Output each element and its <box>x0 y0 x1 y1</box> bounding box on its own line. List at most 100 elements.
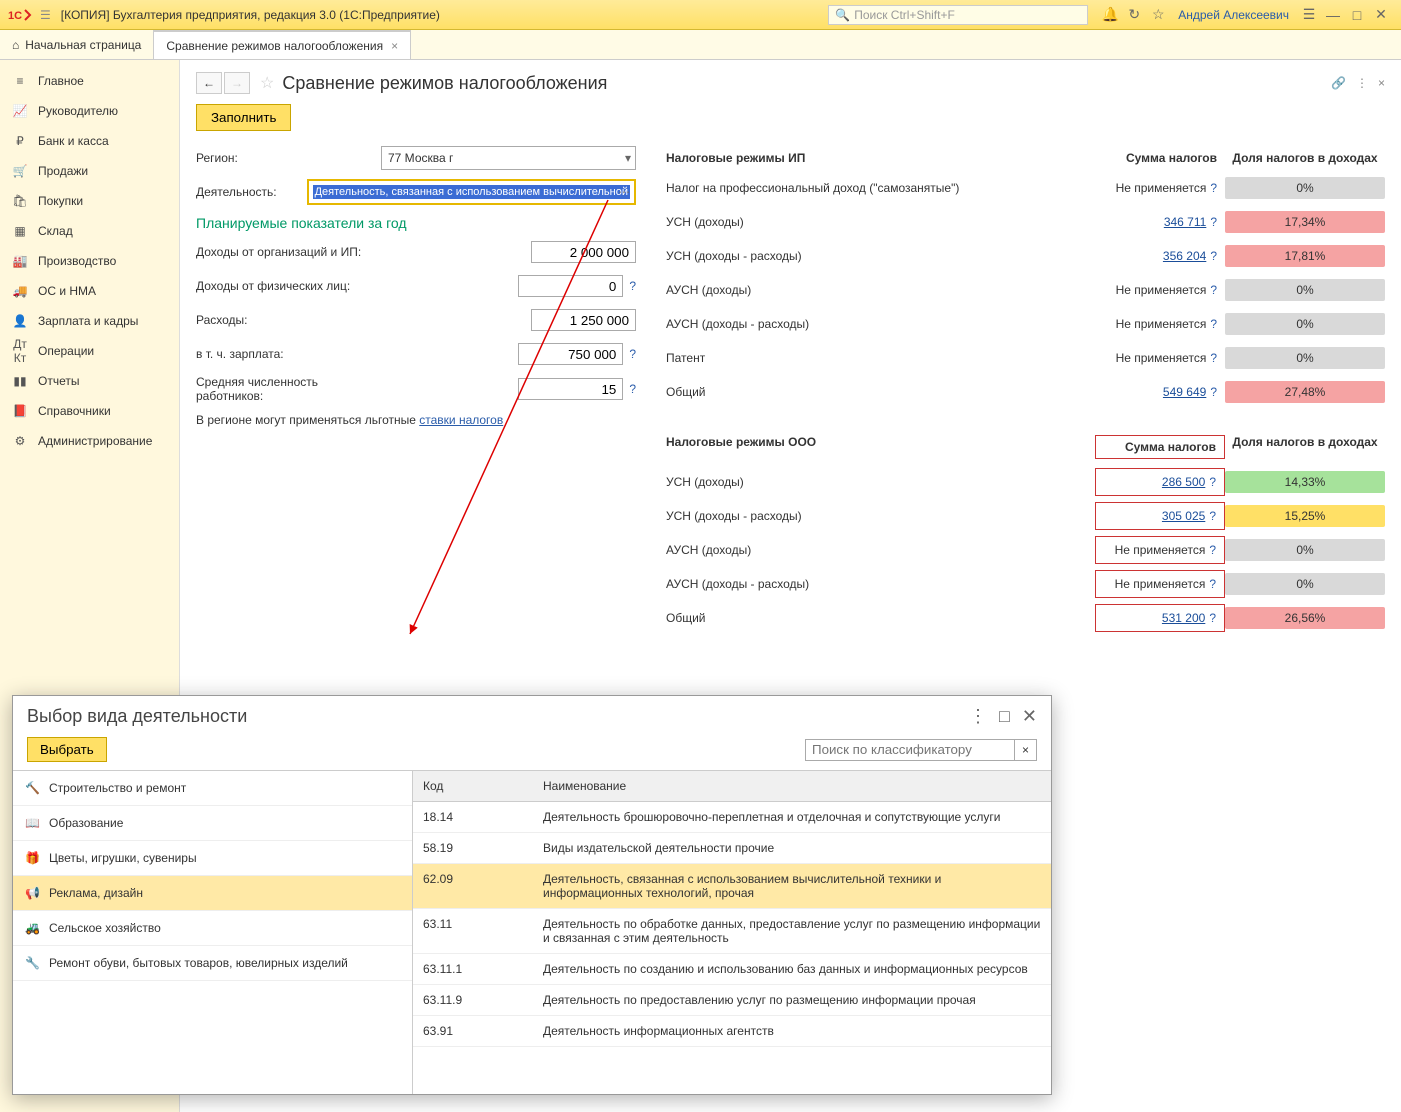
sum-cell: Не применяется? <box>1095 317 1225 331</box>
user-name[interactable]: Андрей Алексеевич <box>1178 8 1289 22</box>
sidebar-item-admin[interactable]: ⚙Администрирование <box>0 426 179 456</box>
help-icon[interactable]: ? <box>629 382 636 396</box>
category-item[interactable]: 🔨Строительство и ремонт <box>13 771 412 806</box>
more-icon[interactable]: ⋮ <box>1356 76 1368 90</box>
category-item[interactable]: 🔧Ремонт обуви, бытовых товаров, ювелирны… <box>13 946 412 981</box>
name-cell: Виды издательской деятельности прочие <box>533 833 1051 863</box>
income-ind-input[interactable] <box>518 275 623 297</box>
sum-link[interactable]: 549 649 <box>1163 385 1206 399</box>
sidebar-item-warehouse[interactable]: ▦Склад <box>0 216 179 246</box>
category-item[interactable]: 🚜Сельское хозяйство <box>13 911 412 946</box>
forward-button[interactable]: → <box>224 72 250 94</box>
sum-link[interactable]: 356 204 <box>1163 249 1206 263</box>
window-settings-icon[interactable]: ☰ <box>1297 6 1321 23</box>
help-icon[interactable]: ? <box>629 279 636 293</box>
name-cell: Деятельность по обработке данных, предос… <box>533 909 1051 953</box>
headcount-input[interactable] <box>518 378 623 400</box>
help-icon[interactable]: ? <box>1210 181 1217 195</box>
close-icon[interactable]: ✕ <box>1369 6 1393 23</box>
favorite-icon[interactable]: ☆ <box>260 73 274 93</box>
help-icon[interactable]: ? <box>1209 509 1216 523</box>
link-icon[interactable]: 🔗 <box>1331 76 1346 90</box>
sum-link[interactable]: 346 711 <box>1164 215 1207 229</box>
sidebar-item-sales[interactable]: 🛒Продажи <box>0 156 179 186</box>
share-bar: 26,56% <box>1225 607 1385 629</box>
sidebar-item-bank[interactable]: ₽Банк и касса <box>0 126 179 156</box>
sum-cell: 549 649? <box>1095 385 1225 399</box>
ellipsis-icon[interactable]: ⋯ <box>618 185 630 199</box>
activity-select[interactable]: Деятельность, связанная с использованием… <box>307 179 636 205</box>
choose-button[interactable]: Выбрать <box>27 737 107 762</box>
help-icon[interactable]: ? <box>1210 283 1217 297</box>
sidebar-item-refs[interactable]: 📕Справочники <box>0 396 179 426</box>
help-icon[interactable]: ? <box>1209 543 1216 557</box>
expenses-input[interactable] <box>531 309 636 331</box>
help-icon[interactable]: ? <box>1210 249 1217 263</box>
sidebar-item-reports[interactable]: ▮▮Отчеты <box>0 366 179 396</box>
help-icon[interactable]: ? <box>1209 577 1216 591</box>
category-item[interactable]: 📖Образование <box>13 806 412 841</box>
global-search[interactable]: 🔍 Поиск Ctrl+Shift+F <box>828 5 1088 25</box>
tab-close-icon[interactable]: × <box>391 39 398 53</box>
menu-icon[interactable]: ☰ <box>40 8 51 22</box>
sidebar-item-manager[interactable]: 📈Руководителю <box>0 96 179 126</box>
tab-home[interactable]: ⌂ Начальная страница <box>0 30 154 59</box>
help-icon[interactable]: ? <box>1210 351 1217 365</box>
salary-label: в т. ч. зарплата: <box>196 347 381 361</box>
minimize-icon[interactable]: — <box>1321 7 1345 23</box>
code-row[interactable]: 63.11.9Деятельность по предоставлению ус… <box>413 985 1051 1016</box>
close-page-icon[interactable]: × <box>1378 76 1385 90</box>
region-select[interactable]: 77 Москва г ▾ <box>381 146 636 170</box>
sidebar-item-purchases[interactable]: 🛍Покупки <box>0 186 179 216</box>
help-icon[interactable]: ? <box>1210 317 1217 331</box>
bars-icon: ▮▮ <box>10 374 30 388</box>
code-row[interactable]: 58.19Виды издательской деятельности проч… <box>413 833 1051 864</box>
sum-link[interactable]: 305 025 <box>1162 509 1205 523</box>
regime-name: АУСН (доходы - расходы) <box>666 317 1095 331</box>
category-item[interactable]: 🎁Цветы, игрушки, сувениры <box>13 841 412 876</box>
income-org-input[interactable] <box>531 241 636 263</box>
help-icon[interactable]: ? <box>1210 385 1217 399</box>
sidebar-item-assets[interactable]: 🚚ОС и НМА <box>0 276 179 306</box>
boxes-icon: ▦ <box>10 224 30 238</box>
bell-icon[interactable]: 🔔 <box>1098 6 1122 23</box>
salary-input[interactable] <box>518 343 623 365</box>
category-icon: 🔧 <box>25 956 49 970</box>
sidebar-item-operations[interactable]: ДтКтОперации <box>0 336 179 366</box>
code-row[interactable]: 63.11.1Деятельность по созданию и исполь… <box>413 954 1051 985</box>
tab-compare[interactable]: Сравнение режимов налогообложения × <box>154 30 411 59</box>
code-row[interactable]: 63.91Деятельность информационных агентст… <box>413 1016 1051 1047</box>
category-item[interactable]: 📢Реклама, дизайн <box>13 876 412 911</box>
fill-button[interactable]: Заполнить <box>196 104 291 131</box>
name-cell: Деятельность по созданию и использованию… <box>533 954 1051 984</box>
sidebar-item-main[interactable]: ≡Главное <box>0 66 179 96</box>
sum-link[interactable]: 531 200 <box>1162 611 1205 625</box>
rates-link[interactable]: ставки налогов <box>419 413 503 427</box>
sidebar-item-label: Зарплата и кадры <box>38 314 138 328</box>
maximize-icon[interactable]: □ <box>1345 7 1369 23</box>
na-text: Не применяется <box>1116 317 1207 331</box>
back-button[interactable]: ← <box>196 72 222 94</box>
sidebar-item-hr[interactable]: 👤Зарплата и кадры <box>0 306 179 336</box>
classifier-search[interactable] <box>805 739 1015 761</box>
code-row[interactable]: 18.14Деятельность брошюровочно-переплетн… <box>413 802 1051 833</box>
ooo-table: Налоговые режимы ООО Сумма налогов Доля … <box>666 429 1385 635</box>
dialog-close-icon[interactable]: ✕ <box>1022 706 1037 727</box>
dialog-maximize-icon[interactable]: □ <box>999 706 1010 727</box>
sidebar-item-production[interactable]: 🏭Производство <box>0 246 179 276</box>
code-row[interactable]: 63.11Деятельность по обработке данных, п… <box>413 909 1051 954</box>
activity-dialog: Выбор вида деятельности ⋮ □ ✕ Выбрать × … <box>12 695 1052 1095</box>
code-row[interactable]: 62.09Деятельность, связанная с использов… <box>413 864 1051 909</box>
page-title: Сравнение режимов налогообложения <box>282 73 607 94</box>
help-icon[interactable]: ? <box>1209 611 1216 625</box>
help-icon[interactable]: ? <box>1209 475 1216 489</box>
note-text: В регионе могут применяться льготные <box>196 413 419 427</box>
sum-link[interactable]: 286 500 <box>1162 475 1205 489</box>
history-icon[interactable]: ↻ <box>1122 6 1146 23</box>
help-icon[interactable]: ? <box>1210 215 1217 229</box>
window-title: [КОПИЯ] Бухгалтерия предприятия, редакци… <box>61 8 440 22</box>
help-icon[interactable]: ? <box>629 347 636 361</box>
clear-search-icon[interactable]: × <box>1015 739 1037 761</box>
star-icon[interactable]: ☆ <box>1146 6 1170 23</box>
dialog-more-icon[interactable]: ⋮ <box>969 706 987 727</box>
